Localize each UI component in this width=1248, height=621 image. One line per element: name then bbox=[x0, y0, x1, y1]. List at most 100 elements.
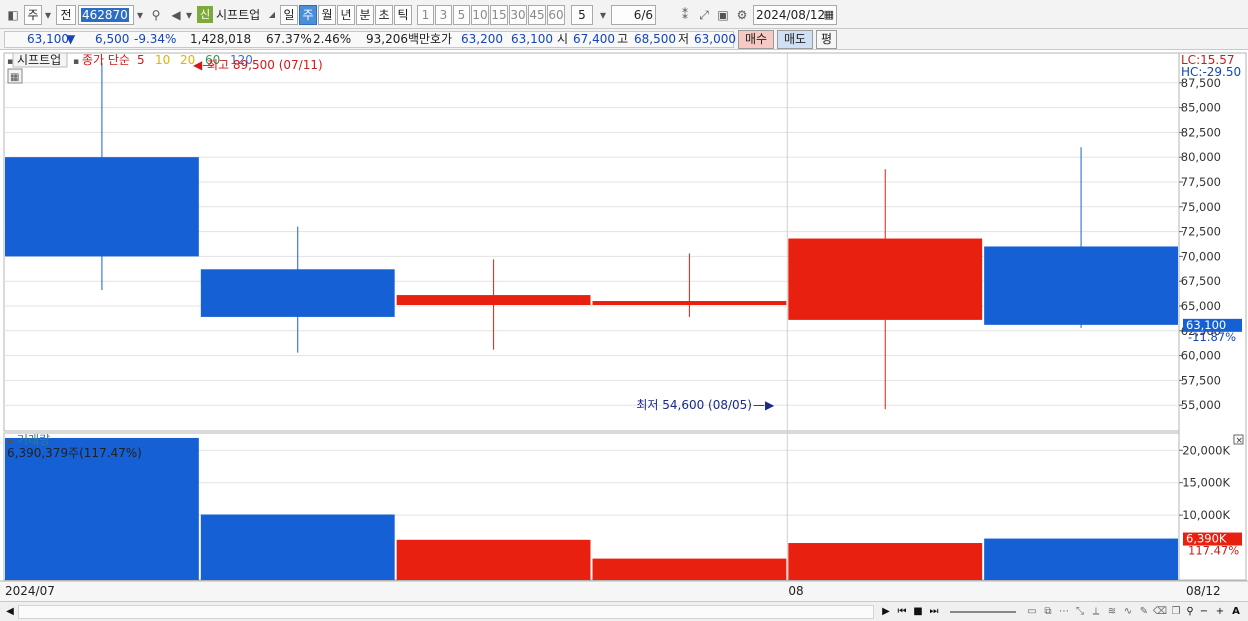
volume-bar bbox=[200, 514, 395, 580]
period-tab[interactable]: 일 bbox=[280, 5, 298, 25]
legend-ma-period: 10 bbox=[155, 53, 170, 67]
volume-bar bbox=[592, 558, 787, 580]
search-icon[interactable]: ⚲ bbox=[147, 5, 165, 25]
market-type-button[interactable]: 전 bbox=[56, 5, 76, 25]
volume-info: 6,390,379주(117.47%) bbox=[7, 446, 142, 460]
zoom-in-icon[interactable]: + bbox=[1212, 604, 1228, 620]
current-price: 63,100 bbox=[27, 32, 69, 46]
eraser-icon[interactable]: ⌫ bbox=[1152, 604, 1168, 620]
price-tick-label: 60,000 bbox=[1181, 349, 1221, 363]
price-tick-label: 67,500 bbox=[1181, 274, 1221, 288]
speaker-dropdown-icon[interactable]: ▾ bbox=[183, 5, 195, 25]
zoom-out-icon[interactable]: − bbox=[1196, 604, 1212, 620]
period-tab[interactable]: 초 bbox=[375, 5, 393, 25]
period-tab[interactable]: 년 bbox=[337, 5, 355, 25]
volume-tick-label: 10,000K bbox=[1182, 508, 1230, 522]
interval-button[interactable]: 10 bbox=[471, 5, 489, 25]
compare-icon[interactable]: ⁑ bbox=[676, 5, 694, 25]
copy-icon[interactable]: ⧉ bbox=[1040, 604, 1056, 620]
high-label: 고 bbox=[617, 32, 629, 46]
scroll-first-icon[interactable]: ⏮ bbox=[894, 604, 910, 620]
x-axis-label: 08/12 bbox=[1186, 584, 1221, 598]
price-tick-label: 85,000 bbox=[1181, 101, 1221, 115]
evaluate-button[interactable]: 평 bbox=[816, 30, 837, 49]
candle-body bbox=[5, 157, 199, 257]
stock-code-input[interactable]: 462870 bbox=[78, 5, 134, 25]
change-rate: -9.34% bbox=[134, 32, 177, 46]
chart-scrollbar[interactable]: ◀ ▶ ⏮ ■ ⏭ ▭ ⧉ ⋯ ⤡ ⟂ ≋ ∿ ✎ ⌫ ❐ ⚲ − + A bbox=[0, 601, 1248, 621]
candlestick-chart[interactable]: 87,50085,00082,50080,00077,50075,00072,5… bbox=[0, 51, 1248, 601]
calendar-icon[interactable]: ▦ bbox=[824, 6, 834, 24]
save-icon[interactable]: ▣ bbox=[714, 5, 732, 25]
buy-button[interactable]: 매수 bbox=[738, 30, 774, 49]
layout-icon[interactable]: ▭ bbox=[1024, 604, 1040, 620]
indicator-table-glyph: ▦ bbox=[10, 72, 19, 83]
period-tab[interactable]: 월 bbox=[318, 5, 336, 25]
price-tick-label: 72,500 bbox=[1181, 225, 1221, 239]
text-tool-icon[interactable]: ✎ bbox=[1136, 604, 1152, 620]
scroll-right-icon[interactable]: ▶ bbox=[878, 604, 894, 620]
interval-button[interactable]: 3 bbox=[435, 5, 452, 25]
interval-button[interactable]: 45 bbox=[528, 5, 546, 25]
market-select[interactable]: 주 bbox=[24, 5, 42, 25]
period-tab[interactable]: 틱 bbox=[394, 5, 412, 25]
new-listing-badge: 신 bbox=[197, 6, 213, 23]
scroll-track[interactable] bbox=[18, 605, 874, 619]
interval-button[interactable]: 5 bbox=[453, 5, 470, 25]
legend-square-icon: ▪ bbox=[7, 57, 13, 67]
legend-ma-period: 5 bbox=[137, 53, 145, 67]
window-menu-icon[interactable]: ◧ bbox=[4, 5, 22, 25]
interval-dropdown-icon[interactable]: ▾ bbox=[594, 5, 612, 25]
stop-icon[interactable]: ■ bbox=[910, 604, 926, 620]
low-price: 63,000 bbox=[694, 32, 736, 46]
scroll-left-icon[interactable]: ◀ bbox=[2, 604, 18, 620]
fibonacci-icon[interactable]: ≋ bbox=[1104, 604, 1120, 620]
candle-body bbox=[200, 269, 395, 317]
stock-name: 시프트업 bbox=[216, 8, 261, 22]
bid-price: 63,100 bbox=[511, 32, 553, 46]
current-rate-label: -11.87% bbox=[1188, 330, 1236, 344]
font-size-icon[interactable]: A bbox=[1228, 604, 1244, 620]
volume-bar bbox=[984, 538, 1178, 580]
hc-label: HC:-29.50 bbox=[1181, 65, 1241, 79]
zoom-slider[interactable] bbox=[950, 611, 1016, 613]
sell-button[interactable]: 매도 bbox=[777, 30, 813, 49]
candle-body bbox=[592, 301, 787, 305]
interval-button[interactable]: 60 bbox=[547, 5, 565, 25]
price-change: 6,500 bbox=[95, 32, 130, 46]
period-tab[interactable]: 분 bbox=[356, 5, 374, 25]
candle-body bbox=[788, 238, 983, 320]
code-dropdown-icon[interactable]: ▾ bbox=[134, 5, 146, 25]
volume-bar bbox=[788, 543, 983, 580]
chart-area[interactable]: 87,500 85,000 82,500 80,000 77,500 75,000 72,5… bbox=[0, 51, 1248, 601]
interval-button[interactable]: 30 bbox=[509, 5, 527, 25]
scroll-last-icon[interactable]: ⏭ bbox=[926, 604, 942, 620]
ask-price: 63,200 bbox=[461, 32, 503, 46]
grid-icon[interactable]: ⋯ bbox=[1056, 604, 1072, 620]
volume-tick-label: 15,000K bbox=[1182, 476, 1230, 490]
ruler-icon[interactable]: ⟂ bbox=[1088, 604, 1104, 620]
price-tick-label: 77,500 bbox=[1181, 175, 1221, 189]
turnover-rate: 2.46% bbox=[313, 32, 352, 46]
interval-button[interactable]: 15 bbox=[490, 5, 508, 25]
interval-value[interactable]: 5 bbox=[571, 5, 593, 25]
candle-body bbox=[396, 295, 591, 305]
x-axis-label: 08 bbox=[788, 584, 803, 598]
date-value: 2024/08/12 bbox=[756, 8, 826, 22]
market-dropdown-icon[interactable]: ▾ bbox=[42, 5, 54, 25]
period-tab[interactable]: 주 bbox=[299, 5, 317, 25]
x-axis-strip bbox=[0, 581, 1248, 601]
quote-bar: 63,100 ▼ 6,500 -9.34% 1,428,018 67.37% 2… bbox=[0, 29, 1248, 50]
draw-icon[interactable]: ⤢ bbox=[695, 5, 713, 25]
interval-button[interactable]: 1 bbox=[417, 5, 434, 25]
open-price: 67,400 bbox=[573, 32, 615, 46]
date-field[interactable]: 2024/08/12 ▦ bbox=[753, 5, 837, 25]
gear-icon[interactable]: ⚙ bbox=[733, 5, 751, 25]
wave-icon[interactable]: ∿ bbox=[1120, 604, 1136, 620]
volume-close-glyph: × bbox=[1236, 436, 1244, 446]
volume-tick-label: 20,000K bbox=[1182, 443, 1230, 457]
low-label: 저 bbox=[678, 32, 690, 46]
trend-line-icon[interactable]: ⤡ bbox=[1072, 604, 1088, 620]
stock-name-corner-icon: ◢ bbox=[268, 10, 276, 19]
volume-title: 거래량 bbox=[17, 433, 50, 447]
